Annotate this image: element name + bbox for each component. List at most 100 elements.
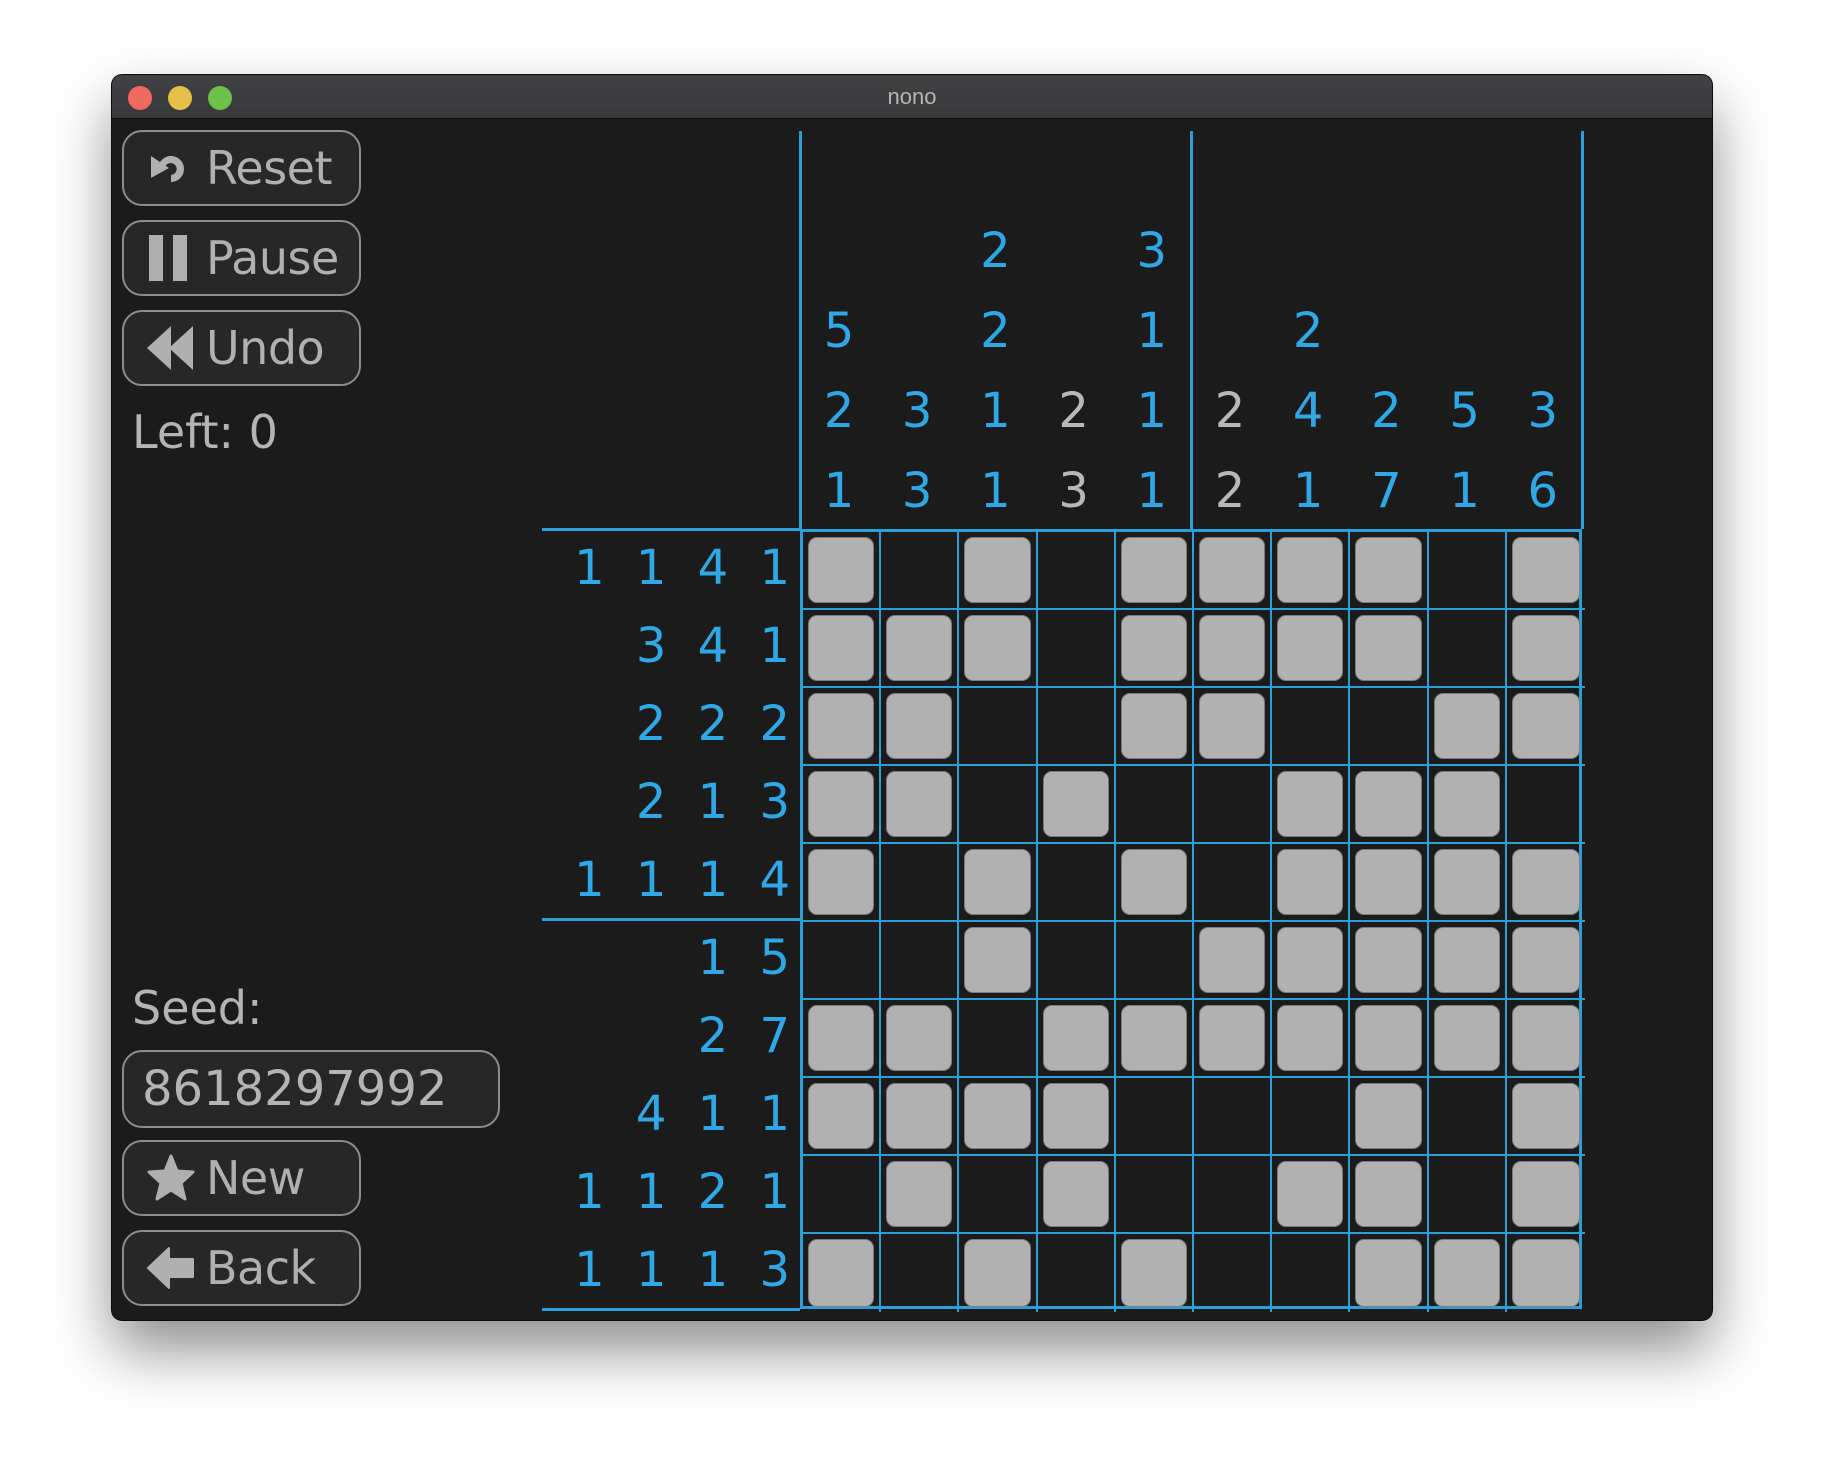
grid-cell[interactable]: [1428, 1078, 1507, 1156]
grid-cell[interactable]: [803, 1156, 882, 1234]
grid-cell[interactable]: [1350, 1000, 1429, 1078]
grid-cell[interactable]: [1115, 922, 1194, 1000]
grid-cell[interactable]: [1272, 766, 1351, 844]
grid-cell[interactable]: [1194, 844, 1273, 922]
grid-cell[interactable]: [1350, 688, 1429, 766]
grid-cell[interactable]: [1428, 1156, 1507, 1234]
grid-cell[interactable]: [1194, 610, 1273, 688]
grid-cell[interactable]: [803, 532, 882, 610]
grid-cell[interactable]: [803, 844, 882, 922]
seed-input[interactable]: [122, 1050, 500, 1128]
grid-cell[interactable]: [881, 1000, 960, 1078]
grid-cell[interactable]: [959, 844, 1038, 922]
grid-cell[interactable]: [1506, 1078, 1585, 1156]
grid-cell[interactable]: [1506, 688, 1585, 766]
grid-cell[interactable]: [1506, 844, 1585, 922]
grid-cell[interactable]: [1506, 766, 1585, 844]
grid-cell[interactable]: [1272, 922, 1351, 1000]
grid-cell[interactable]: [881, 1156, 960, 1234]
grid-cell[interactable]: [1116, 1234, 1194, 1312]
grid-cell[interactable]: [959, 610, 1038, 688]
grid-cell[interactable]: [959, 1078, 1038, 1156]
grid-cell[interactable]: [1037, 1156, 1116, 1234]
grid-cell[interactable]: [1115, 1156, 1194, 1234]
grid-cell[interactable]: [803, 1234, 882, 1312]
grid-cell[interactable]: [1350, 766, 1429, 844]
grid-cell[interactable]: [1272, 532, 1351, 610]
grid-cell[interactable]: [959, 1000, 1038, 1078]
grid-cell[interactable]: [1428, 844, 1507, 922]
grid-cell[interactable]: [1272, 844, 1351, 922]
grid-cell[interactable]: [1115, 1000, 1194, 1078]
grid-cell[interactable]: [1428, 532, 1507, 610]
grid-cell[interactable]: [803, 610, 882, 688]
grid-cell[interactable]: [1115, 844, 1194, 922]
grid-cell[interactable]: [1037, 922, 1116, 1000]
grid-cell[interactable]: [1115, 610, 1194, 688]
grid-cell[interactable]: [1272, 1234, 1351, 1312]
grid-cell[interactable]: [803, 688, 882, 766]
grid-cell[interactable]: [1037, 844, 1116, 922]
grid-cell[interactable]: [1194, 922, 1273, 1000]
grid-cell[interactable]: [1506, 532, 1585, 610]
grid-cell[interactable]: [881, 844, 960, 922]
grid-cell[interactable]: [1428, 688, 1507, 766]
grid-cell[interactable]: [959, 688, 1038, 766]
grid-cell[interactable]: [1115, 766, 1194, 844]
grid-cell[interactable]: [1115, 1078, 1194, 1156]
grid-cell[interactable]: [1037, 766, 1116, 844]
grid-cell[interactable]: [1194, 532, 1273, 610]
grid-cell[interactable]: [1194, 766, 1273, 844]
grid-cell[interactable]: [1037, 1078, 1116, 1156]
grid-cell[interactable]: [1350, 532, 1429, 610]
grid-cell[interactable]: [1194, 1000, 1273, 1078]
grid-cell[interactable]: [1428, 922, 1507, 1000]
grid-cell[interactable]: [959, 532, 1038, 610]
grid-cell[interactable]: [1506, 1156, 1585, 1234]
pause-button[interactable]: Pause: [122, 220, 361, 296]
grid-cell[interactable]: [881, 610, 960, 688]
title-bar[interactable]: nono: [112, 75, 1712, 119]
grid-cell[interactable]: [1506, 1000, 1585, 1078]
grid-cell[interactable]: [881, 688, 960, 766]
grid-cell[interactable]: [1350, 844, 1429, 922]
grid-cell[interactable]: [803, 922, 882, 1000]
grid-cell[interactable]: [1194, 1234, 1273, 1312]
grid-cell[interactable]: [803, 1000, 882, 1078]
grid-cell[interactable]: [959, 1156, 1038, 1234]
grid-cell[interactable]: [881, 532, 960, 610]
grid-cell[interactable]: [1115, 532, 1194, 610]
grid-cell[interactable]: [1272, 1000, 1351, 1078]
grid-cell[interactable]: [1428, 610, 1507, 688]
grid-cell[interactable]: [1350, 1078, 1429, 1156]
new-game-button[interactable]: New: [122, 1140, 361, 1216]
grid-cell[interactable]: [1037, 532, 1116, 610]
grid-cell[interactable]: [1506, 610, 1585, 688]
grid-cell[interactable]: [1507, 1234, 1585, 1312]
grid-cell[interactable]: [803, 766, 882, 844]
grid-cell[interactable]: [1272, 688, 1351, 766]
grid-cell[interactable]: [881, 922, 960, 1000]
grid-cell[interactable]: [1506, 922, 1585, 1000]
grid-cell[interactable]: [1428, 766, 1507, 844]
grid-cell[interactable]: [1272, 1078, 1351, 1156]
grid-cell[interactable]: [881, 1234, 960, 1312]
grid-cell[interactable]: [1272, 1156, 1351, 1234]
grid-cell[interactable]: [1350, 610, 1429, 688]
grid-cell[interactable]: [959, 922, 1038, 1000]
grid-cell[interactable]: [1037, 610, 1116, 688]
back-button[interactable]: Back: [122, 1230, 361, 1306]
grid-cell[interactable]: [1350, 1156, 1429, 1234]
grid-cell[interactable]: [1037, 688, 1116, 766]
grid-cell[interactable]: [881, 766, 960, 844]
grid-cell[interactable]: [1194, 1078, 1273, 1156]
grid-cell[interactable]: [1429, 1234, 1507, 1312]
grid-cell[interactable]: [959, 1234, 1038, 1312]
grid-cell[interactable]: [1350, 922, 1429, 1000]
grid-cell[interactable]: [959, 766, 1038, 844]
grid-cell[interactable]: [1037, 1000, 1116, 1078]
reset-button[interactable]: Reset: [122, 130, 361, 206]
grid-cell[interactable]: [1194, 688, 1273, 766]
grid-cell[interactable]: [1428, 1000, 1507, 1078]
grid-cell[interactable]: [1194, 1156, 1273, 1234]
